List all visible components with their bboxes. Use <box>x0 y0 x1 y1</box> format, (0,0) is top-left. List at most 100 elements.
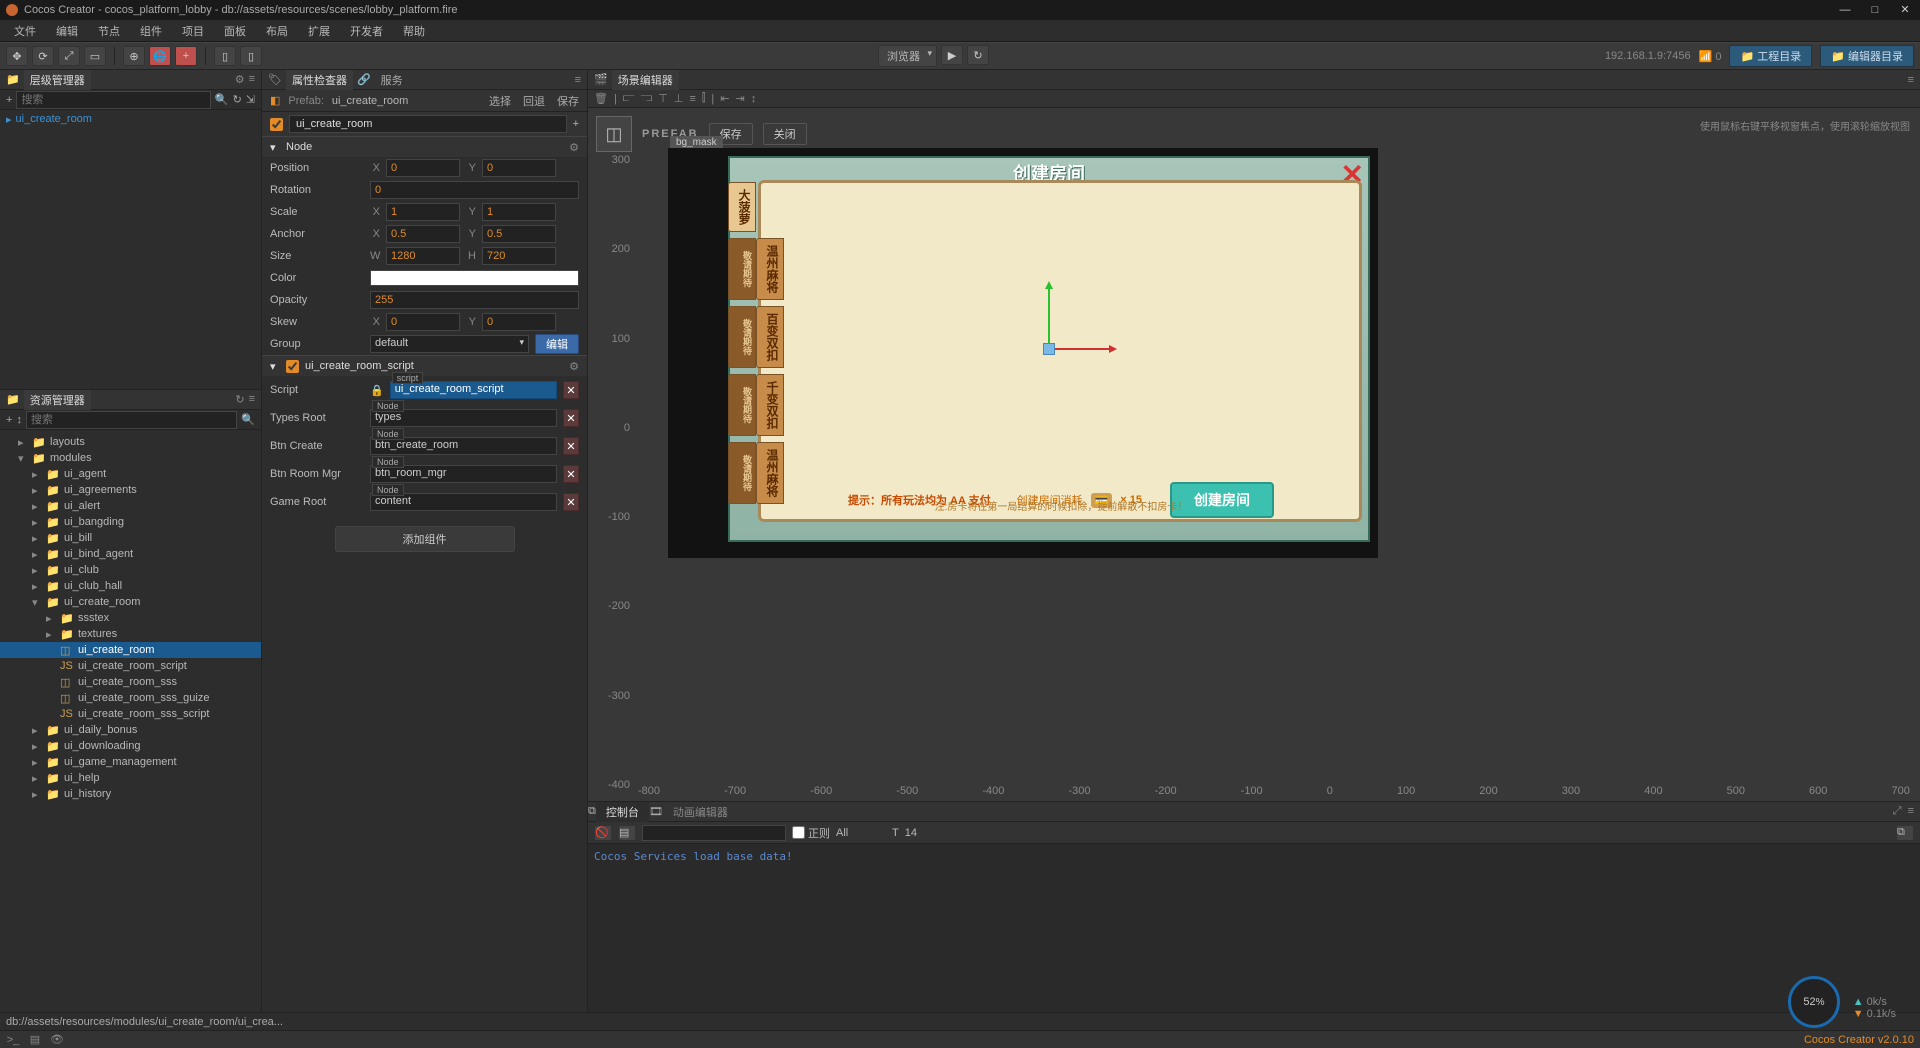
align-icon[interactable]: ⫿ <box>702 92 706 105</box>
expand-icon[interactable]: ⤢ <box>1893 805 1902 818</box>
font-size-select[interactable]: 14 <box>905 827 945 839</box>
pos-y-input[interactable] <box>482 159 556 177</box>
log-icon[interactable]: ▤ <box>28 1033 42 1046</box>
asset-tree-item[interactable]: ▾📁ui_create_room <box>0 594 261 610</box>
select-link[interactable]: 选择 <box>489 93 511 109</box>
preview-device-combo[interactable]: 浏览器 <box>878 45 937 67</box>
asset-tree-item[interactable]: ▸📁ui_club_hall <box>0 578 261 594</box>
size-w-input[interactable] <box>386 247 460 265</box>
console-filter-input[interactable] <box>642 825 786 841</box>
clear-console-button[interactable]: 🚫 <box>594 825 612 841</box>
distribute-icon[interactable]: ⇤ <box>720 92 729 105</box>
align-icon[interactable]: ≡ <box>689 93 695 105</box>
save-link[interactable]: 保存 <box>557 93 579 109</box>
align-icon[interactable]: ⊤ <box>658 92 668 105</box>
asset-tree-item[interactable]: ▸📁ui_agent <box>0 466 261 482</box>
clear-ref-button[interactable]: ✕ <box>563 493 579 511</box>
asset-tree-item[interactable]: ◫ui_create_room <box>0 642 261 658</box>
align-right-button[interactable]: ▯ <box>240 46 262 66</box>
sort-button[interactable]: ↕ <box>16 414 22 426</box>
distribute-icon[interactable]: ⇥ <box>735 92 744 105</box>
add-component-button[interactable]: 添加组件 <box>335 526 515 552</box>
group-select[interactable]: default <box>370 335 529 353</box>
asset-tree-item[interactable]: ◫ui_create_room_sss_guize <box>0 690 261 706</box>
regex-checkbox[interactable] <box>792 826 805 839</box>
menu-help[interactable]: 帮助 <box>395 21 433 41</box>
menu-panel[interactable]: 面板 <box>216 21 254 41</box>
distribute-icon[interactable]: ↕ <box>751 93 757 105</box>
color-swatch[interactable] <box>370 270 579 286</box>
edit-group-button[interactable]: 编辑 <box>535 334 579 354</box>
eye-icon[interactable]: 👁 <box>50 1033 64 1046</box>
skew-x-input[interactable] <box>386 313 460 331</box>
chevron-down-icon[interactable]: ▾ <box>270 141 280 154</box>
revert-link[interactable]: 回退 <box>523 93 545 109</box>
anchor-x-input[interactable] <box>386 225 460 243</box>
refresh-icon[interactable]: ↻ <box>235 393 244 406</box>
log-level-select[interactable]: All <box>836 827 886 839</box>
collapse-icon[interactable]: ⇲ <box>246 93 255 106</box>
game-type-tab[interactable]: 百变双扣 <box>756 306 784 368</box>
opacity-input[interactable] <box>370 291 579 309</box>
menu-component[interactable]: 组件 <box>132 21 170 41</box>
plus-button[interactable]: + <box>175 46 197 66</box>
pos-x-input[interactable] <box>386 159 460 177</box>
refresh-icon[interactable]: ↻ <box>233 93 242 106</box>
move-tool-button[interactable]: ✥ <box>6 46 28 66</box>
anchor-tool-button[interactable]: ⊕ <box>123 46 145 66</box>
popout-icon[interactable]: ⧉ <box>1896 825 1914 841</box>
scale-tool-button[interactable]: ⤢ <box>58 46 80 66</box>
gear-icon[interactable]: ⚙ <box>235 73 245 86</box>
console-tab[interactable]: 控制台 <box>596 802 649 822</box>
gear-icon[interactable]: ⚙ <box>569 360 579 373</box>
menu-node[interactable]: 节点 <box>90 21 128 41</box>
search-icon[interactable]: 🔍 <box>241 413 255 426</box>
node-enabled-checkbox[interactable] <box>270 118 283 131</box>
anim-editor-tab[interactable]: 动画编辑器 <box>663 802 738 822</box>
search-icon[interactable]: 🔍 <box>215 93 229 106</box>
menu-icon[interactable]: ≡ <box>575 74 581 86</box>
assets-tab[interactable]: 资源管理器 <box>24 390 91 410</box>
prefab-close-button[interactable]: 关闭 <box>763 123 807 145</box>
menu-icon[interactable]: ≡ <box>1908 805 1914 818</box>
asset-tree-item[interactable]: JSui_create_room_script <box>0 658 261 674</box>
menu-icon[interactable]: ≡ <box>1908 74 1914 86</box>
scale-x-input[interactable] <box>386 203 460 221</box>
asset-tree-item[interactable]: ▸📁ui_bind_agent <box>0 546 261 562</box>
editor-dir-button[interactable]: 📁 编辑器目录 <box>1820 45 1914 67</box>
asset-tree-item[interactable]: ▸📁ui_club <box>0 562 261 578</box>
size-h-input[interactable] <box>482 247 556 265</box>
filter-button[interactable]: ▤ <box>618 825 636 841</box>
hierarchy-root-node[interactable]: ▸ ui_create_room <box>0 110 261 128</box>
asset-tree-item[interactable]: ▸📁ui_daily_bonus <box>0 722 261 738</box>
game-type-tab[interactable]: 大菠萝 <box>728 182 756 232</box>
menu-file[interactable]: 文件 <box>6 21 44 41</box>
menu-project[interactable]: 项目 <box>174 21 212 41</box>
asset-tree-item[interactable]: ▸📁ui_alert <box>0 498 261 514</box>
menu-extension[interactable]: 扩展 <box>300 21 338 41</box>
minimize-button[interactable]: — <box>1830 0 1860 20</box>
scene-viewport[interactable]: ◫ PREFAB 保存 关闭 使用鼠标右键平移视窗焦点，使用滚轮缩放视图 bg_… <box>588 108 1920 801</box>
chevron-down-icon[interactable]: ▾ <box>270 360 280 373</box>
align-icon[interactable]: ⫎ <box>641 92 653 105</box>
asset-tree-item[interactable]: ▸📁ui_downloading <box>0 738 261 754</box>
script-enabled-checkbox[interactable] <box>286 360 299 373</box>
clear-ref-button[interactable]: ✕ <box>563 409 579 427</box>
menu-icon[interactable]: ≡ <box>249 393 255 406</box>
create-asset-button[interactable]: + <box>6 414 12 426</box>
assets-search-input[interactable] <box>26 411 237 429</box>
menu-layout[interactable]: 布局 <box>258 21 296 41</box>
skew-y-input[interactable] <box>482 313 556 331</box>
trash-icon[interactable]: 🗑 <box>594 92 608 105</box>
asset-tree-item[interactable]: ▸📁ui_help <box>0 770 261 786</box>
scene-editor-tab[interactable]: 场景编辑器 <box>612 70 679 90</box>
asset-tree-item[interactable]: ▾📁modules <box>0 450 261 466</box>
hierarchy-tab[interactable]: 层级管理器 <box>24 70 91 90</box>
play-button[interactable]: ▶ <box>941 45 963 65</box>
asset-tree-item[interactable]: ▸📁layouts <box>0 434 261 450</box>
menu-developer[interactable]: 开发者 <box>342 21 391 41</box>
gear-icon[interactable]: ⚙ <box>569 141 579 154</box>
terminal-icon[interactable]: >_ <box>6 1034 20 1046</box>
close-button[interactable]: ✕ <box>1890 0 1920 20</box>
menu-edit[interactable]: 编辑 <box>48 21 86 41</box>
